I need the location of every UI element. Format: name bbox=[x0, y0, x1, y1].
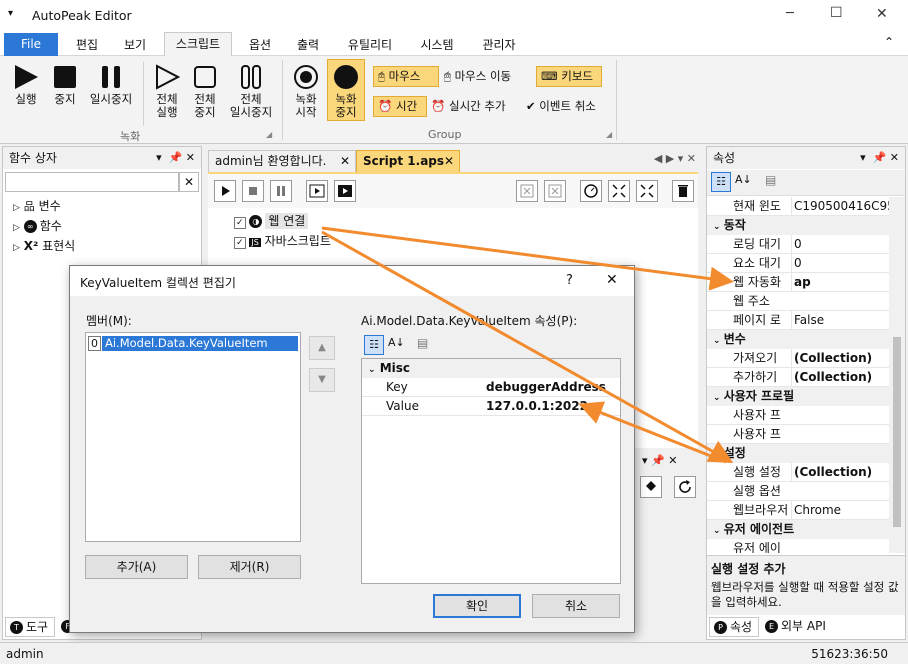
status-time: 51623:36:50 bbox=[811, 647, 888, 661]
status-bar: admin 51623:36:50 bbox=[0, 642, 908, 664]
annotation-arrows bbox=[321, 226, 734, 464]
status-user: admin bbox=[6, 647, 44, 661]
arrow-settings-to-value bbox=[578, 401, 727, 464]
arrow-web-to-settings bbox=[321, 230, 734, 463]
arrow-web-to-automation bbox=[321, 226, 734, 291]
